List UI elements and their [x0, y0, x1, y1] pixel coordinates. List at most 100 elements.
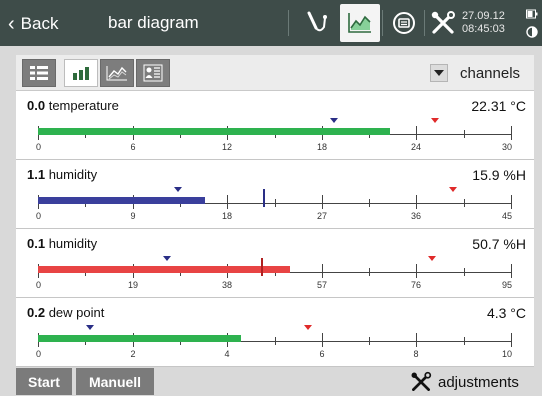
chevron-left-icon: ‹ — [8, 13, 15, 35]
tick-label: 2 — [130, 349, 136, 359]
tab-profile-view[interactable] — [136, 59, 170, 87]
minor-tick — [275, 199, 276, 207]
back-button[interactable]: ‹ Back — [8, 9, 80, 39]
major-tick — [511, 126, 512, 140]
status-icon — [526, 26, 538, 38]
high-alarm-marker — [449, 187, 457, 192]
header-bar: ‹ Back bar diagram 27.09.12 08:45:03 — [0, 0, 542, 46]
major-tick — [416, 333, 417, 347]
channels-dropdown-button[interactable] — [430, 64, 448, 82]
content-panel: channels 0.0 temperature 22.31 °C 0 6 12 18 24… — [16, 55, 534, 367]
tick-label: 38 — [221, 280, 233, 290]
major-tick — [416, 126, 417, 140]
minor-tick — [369, 199, 370, 207]
major-tick — [511, 333, 512, 347]
tab-bar-view[interactable] — [64, 59, 98, 87]
start-button[interactable]: Start — [16, 368, 72, 395]
minor-tick — [464, 268, 465, 276]
probe-button[interactable] — [296, 4, 336, 42]
tick-label: 76 — [410, 280, 422, 290]
channel-id: 1.1 — [27, 167, 46, 182]
channel-name: temperature — [48, 98, 119, 113]
tick-label: 95 — [501, 280, 513, 290]
channel-row[interactable]: 1.1 humidity 15.9 %H 0 9 18 27 36 45 — [16, 161, 534, 229]
value-bar — [38, 335, 241, 342]
tick-label: 45 — [501, 211, 513, 221]
tick-label: 24 — [410, 142, 422, 152]
header-divider — [382, 10, 383, 36]
datetime: 27.09.12 08:45:03 — [462, 10, 505, 36]
minor-tick — [464, 130, 465, 138]
minor-tick — [369, 268, 370, 276]
channel-value: 15.9 %H — [472, 167, 526, 183]
value-bar — [38, 266, 290, 273]
tick-label: 0 — [36, 211, 42, 221]
tools-icon — [411, 371, 432, 391]
chart-button[interactable] — [340, 4, 380, 42]
channel-row[interactable]: 0.1 humidity 50.7 %H 0 19 38 57 76 95 — [16, 230, 534, 298]
channel-row[interactable]: 0.0 temperature 22.31 °C 0 6 12 18 24 30 — [16, 92, 534, 160]
tick-label: 30 — [501, 142, 513, 152]
manual-button[interactable]: Manuell — [76, 368, 154, 395]
logger-icon — [393, 12, 415, 34]
probe-icon — [307, 11, 327, 32]
minor-tick — [275, 337, 276, 345]
chevron-down-icon — [434, 70, 444, 76]
tick-label: 27 — [316, 211, 328, 221]
value-cursor — [263, 189, 265, 207]
tick-label: 0 — [36, 349, 42, 359]
page-title: bar diagram — [108, 13, 199, 32]
channels-label[interactable]: channels — [460, 65, 520, 82]
channel-id: 0.1 — [27, 236, 46, 251]
tab-line-view[interactable] — [100, 59, 134, 87]
major-tick — [322, 264, 323, 278]
tab-list-view[interactable] — [22, 59, 56, 87]
tick-label: 0 — [36, 280, 42, 290]
channel-name: dew point — [48, 305, 105, 320]
tick-label: 18 — [316, 142, 328, 152]
channel-id: 0.0 — [27, 98, 46, 113]
logger-button[interactable] — [386, 4, 422, 42]
tick-label: 12 — [221, 142, 233, 152]
line-view-icon — [106, 66, 127, 81]
tick-label: 10 — [501, 349, 513, 359]
major-tick — [416, 195, 417, 209]
tick-label: 4 — [224, 349, 230, 359]
adjustments-button[interactable]: adjustments — [410, 371, 519, 393]
tick-label: 57 — [316, 280, 328, 290]
low-alarm-marker — [86, 325, 94, 330]
tick-label: 18 — [221, 211, 233, 221]
minor-tick — [464, 337, 465, 345]
low-alarm-marker — [174, 187, 182, 192]
major-tick — [322, 333, 323, 347]
channel-id: 0.2 — [27, 305, 46, 320]
date-text: 27.09.12 — [462, 10, 505, 22]
low-alarm-marker — [163, 256, 171, 261]
tools-button[interactable] — [426, 4, 460, 42]
value-bar — [38, 197, 205, 204]
high-alarm-marker — [304, 325, 312, 330]
channel-label: 0.0 temperature — [27, 98, 119, 113]
channel-row[interactable]: 0.2 dew point 4.3 °C 0 2 4 6 8 10 — [16, 299, 534, 367]
high-alarm-marker — [428, 256, 436, 261]
minor-tick — [369, 337, 370, 345]
tick-label: 8 — [413, 349, 419, 359]
tick-label: 9 — [130, 211, 136, 221]
tools-icon — [431, 11, 455, 34]
bar-track — [38, 187, 512, 209]
tick-label: 19 — [127, 280, 139, 290]
value-bar — [38, 128, 390, 135]
list-view-icon — [30, 66, 48, 80]
low-alarm-marker — [330, 118, 338, 123]
value-cursor — [261, 258, 263, 276]
profile-view-icon — [143, 64, 163, 82]
bar-view-icon — [73, 67, 89, 80]
header-divider — [424, 10, 425, 36]
major-tick — [227, 195, 228, 209]
back-label: Back — [20, 14, 59, 33]
high-alarm-marker — [431, 118, 439, 123]
tick-label: 36 — [410, 211, 422, 221]
major-tick — [416, 264, 417, 278]
major-tick — [511, 264, 512, 278]
bar-track — [38, 256, 512, 278]
